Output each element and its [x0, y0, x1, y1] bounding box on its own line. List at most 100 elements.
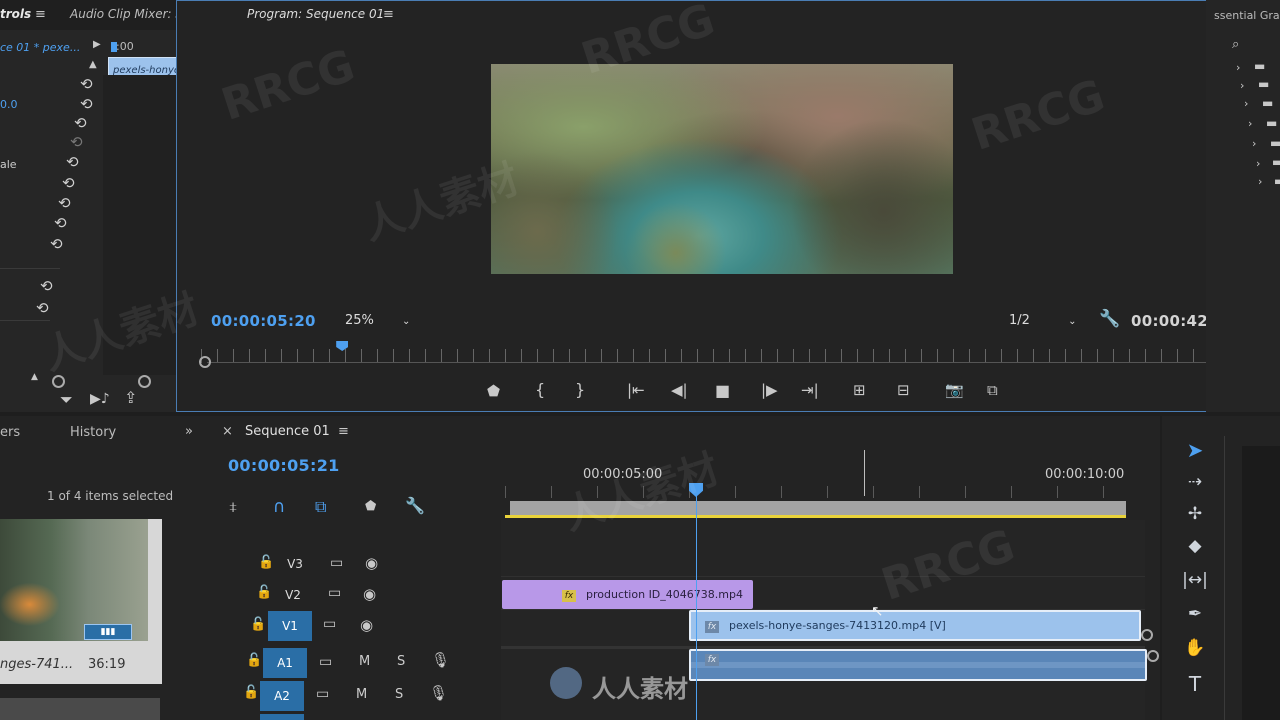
track-label-a2[interactable]: A2	[260, 681, 304, 711]
toggle-track-output-eye-icon[interactable]: ◉	[360, 618, 373, 633]
tab-effect-controls[interactable]: trols	[0, 7, 31, 21]
mute-track-button[interactable]: M	[359, 654, 370, 669]
panel-overflow-icon[interactable]: »	[185, 425, 193, 438]
tab-history[interactable]: History	[70, 425, 116, 440]
track-lock-icon[interactable]: 🔓	[246, 654, 262, 667]
tab-markers[interactable]: ers	[0, 425, 20, 440]
export-frame-camera-icon[interactable]: 📷	[945, 383, 964, 398]
reset-icon[interactable]: ⟲	[62, 174, 75, 192]
scroll-handle[interactable]	[1147, 650, 1159, 662]
scrub-handle-left[interactable]	[199, 356, 211, 368]
reset-icon[interactable]: ⟲	[80, 75, 93, 93]
snap-magnet-icon[interactable]: ∩	[273, 499, 285, 516]
chevron-right-icon[interactable]: ›	[1236, 62, 1240, 73]
track-lock-icon[interactable]: 🔓	[243, 686, 259, 699]
reset-icon[interactable]: ⟲	[50, 235, 63, 253]
mark-in-icon[interactable]: {	[535, 382, 545, 398]
solo-track-button[interactable]: S	[395, 687, 403, 702]
search-icon[interactable]: ⌕	[1232, 38, 1239, 51]
add-marker-icon[interactable]: ⬟	[487, 384, 500, 399]
tab-sequence-01[interactable]: Sequence 01	[245, 424, 330, 439]
toggle-sync-lock-icon[interactable]: ▭	[316, 687, 329, 701]
zoom-level-select[interactable]: 25% ⌄	[345, 313, 410, 328]
go-to-out-icon[interactable]: ⇥|	[801, 383, 819, 398]
track-label-v3[interactable]: V3	[273, 549, 317, 579]
chevron-right-icon[interactable]: ›	[1258, 176, 1262, 187]
slip-tool-icon[interactable]: |↔|	[1180, 570, 1210, 594]
mute-track-button[interactable]: M	[356, 687, 367, 702]
reset-icon[interactable]: ⟲	[74, 114, 87, 132]
hand-tool-icon[interactable]: ✋	[1180, 638, 1210, 662]
project-item-card[interactable]: ▮▮▮ nges-741... 36:19	[0, 519, 162, 684]
wrench-settings-icon[interactable]: 🔧	[1099, 311, 1120, 328]
selection-tool-icon[interactable]: ➤	[1180, 438, 1210, 462]
scroll-up-icon[interactable]: ▲	[89, 60, 97, 70]
filter-icon[interactable]: ⏷	[60, 392, 73, 408]
toggle-track-output-eye-icon[interactable]: ◉	[363, 587, 376, 602]
program-current-timecode[interactable]: 00:00:05:20	[211, 312, 316, 330]
sequence-clip-reference[interactable]: ce 01 * pexe...	[0, 41, 80, 54]
linked-selection-icon[interactable]: ⧉	[315, 499, 326, 515]
stop-icon[interactable]: ■	[715, 383, 730, 399]
zoom-handle-right[interactable]	[138, 375, 151, 388]
panel-menu-icon[interactable]: ≡	[383, 8, 394, 21]
track-select-tool-icon[interactable]: ⇢	[1180, 472, 1210, 496]
voice-over-mic-icon[interactable]: 🎙	[429, 686, 448, 701]
timeline-ruler-ticks[interactable]	[505, 486, 1145, 498]
track-label-v2[interactable]: V2	[271, 580, 315, 610]
ripple-edit-tool-icon[interactable]: ✢	[1180, 504, 1210, 528]
panel-menu-icon[interactable]: ≡	[35, 8, 46, 21]
extract-icon[interactable]: ⊟	[897, 383, 910, 398]
chevron-right-icon[interactable]: ›	[1244, 98, 1248, 109]
reset-icon[interactable]: ⟲	[54, 214, 67, 232]
work-area-bar[interactable]	[510, 501, 1126, 516]
timeline-current-timecode[interactable]: 00:00:05:21	[228, 456, 340, 475]
comparison-view-icon[interactable]: ⧉	[987, 383, 998, 398]
tab-audio-clip-mixer[interactable]: Audio Clip Mixer: Se	[70, 7, 190, 21]
clip-a1-pexels-audio[interactable]: fx	[689, 649, 1147, 681]
reset-icon[interactable]: ⟲	[58, 194, 71, 212]
resolution-select[interactable]: 1/2 ⌄	[1009, 313, 1076, 328]
chevron-right-icon[interactable]: ›	[1240, 80, 1244, 91]
chevron-right-icon[interactable]: ›	[1252, 138, 1256, 149]
toggle-sync-lock-icon[interactable]: ▭	[319, 655, 332, 669]
reset-icon[interactable]: ⟲	[36, 299, 49, 317]
export-icon[interactable]: ⇪	[124, 390, 137, 406]
toggle-track-output-eye-icon[interactable]: ◉	[365, 556, 378, 571]
reset-icon[interactable]: ⟲	[66, 153, 79, 171]
type-tool-icon[interactable]: T	[1180, 672, 1210, 696]
track-lock-icon[interactable]: 🔓	[250, 618, 266, 631]
scroll-up-icon[interactable]: ▲	[31, 373, 38, 382]
track-label-v1[interactable]: V1	[268, 611, 312, 641]
track-label-a1[interactable]: A1	[263, 648, 307, 678]
close-tab-icon[interactable]: ×	[222, 425, 233, 438]
project-item-card-next[interactable]	[0, 698, 160, 720]
play-only-icon[interactable]: ▶	[93, 40, 101, 50]
reset-icon[interactable]: ⟲	[80, 95, 93, 113]
timeline-settings-wrench-icon[interactable]: 🔧	[405, 498, 425, 514]
program-monitor-title[interactable]: Program: Sequence 01	[247, 7, 384, 21]
zoom-handle-left[interactable]	[52, 375, 65, 388]
reset-icon[interactable]: ⟲	[40, 277, 53, 295]
go-to-in-icon[interactable]: |⇤	[627, 383, 645, 398]
track-lock-icon[interactable]: 🔓	[258, 556, 274, 569]
track-lock-icon[interactable]: 🔓	[256, 586, 272, 599]
clip-v1-pexels[interactable]: fx pexels-honye-sanges-7413120.mp4 [V]	[689, 610, 1141, 641]
voice-over-mic-icon[interactable]: 🎙	[431, 653, 450, 668]
play-audio-icon[interactable]: ▶♪	[90, 392, 110, 406]
nest-toggle-icon[interactable]: ⧧	[229, 499, 237, 515]
toggle-sync-lock-icon[interactable]: ▭	[328, 586, 341, 600]
lift-icon[interactable]: ⊞	[853, 383, 866, 398]
add-marker-icon[interactable]: ⬟	[365, 500, 376, 513]
step-forward-icon[interactable]: |▶	[761, 383, 778, 398]
panel-menu-icon[interactable]: ≡	[338, 425, 349, 438]
tab-essential-graphics[interactable]: ssential Gra	[1214, 9, 1280, 22]
program-time-ruler[interactable]	[201, 349, 1247, 363]
chevron-right-icon[interactable]: ›	[1256, 158, 1260, 169]
scroll-handle[interactable]	[1141, 629, 1153, 641]
mark-out-icon[interactable]: }	[575, 382, 585, 398]
chevron-right-icon[interactable]: ›	[1248, 118, 1252, 129]
solo-track-button[interactable]: S	[397, 654, 405, 669]
toggle-sync-lock-icon[interactable]: ▭	[323, 617, 336, 631]
toggle-sync-lock-icon[interactable]: ▭	[330, 556, 343, 570]
